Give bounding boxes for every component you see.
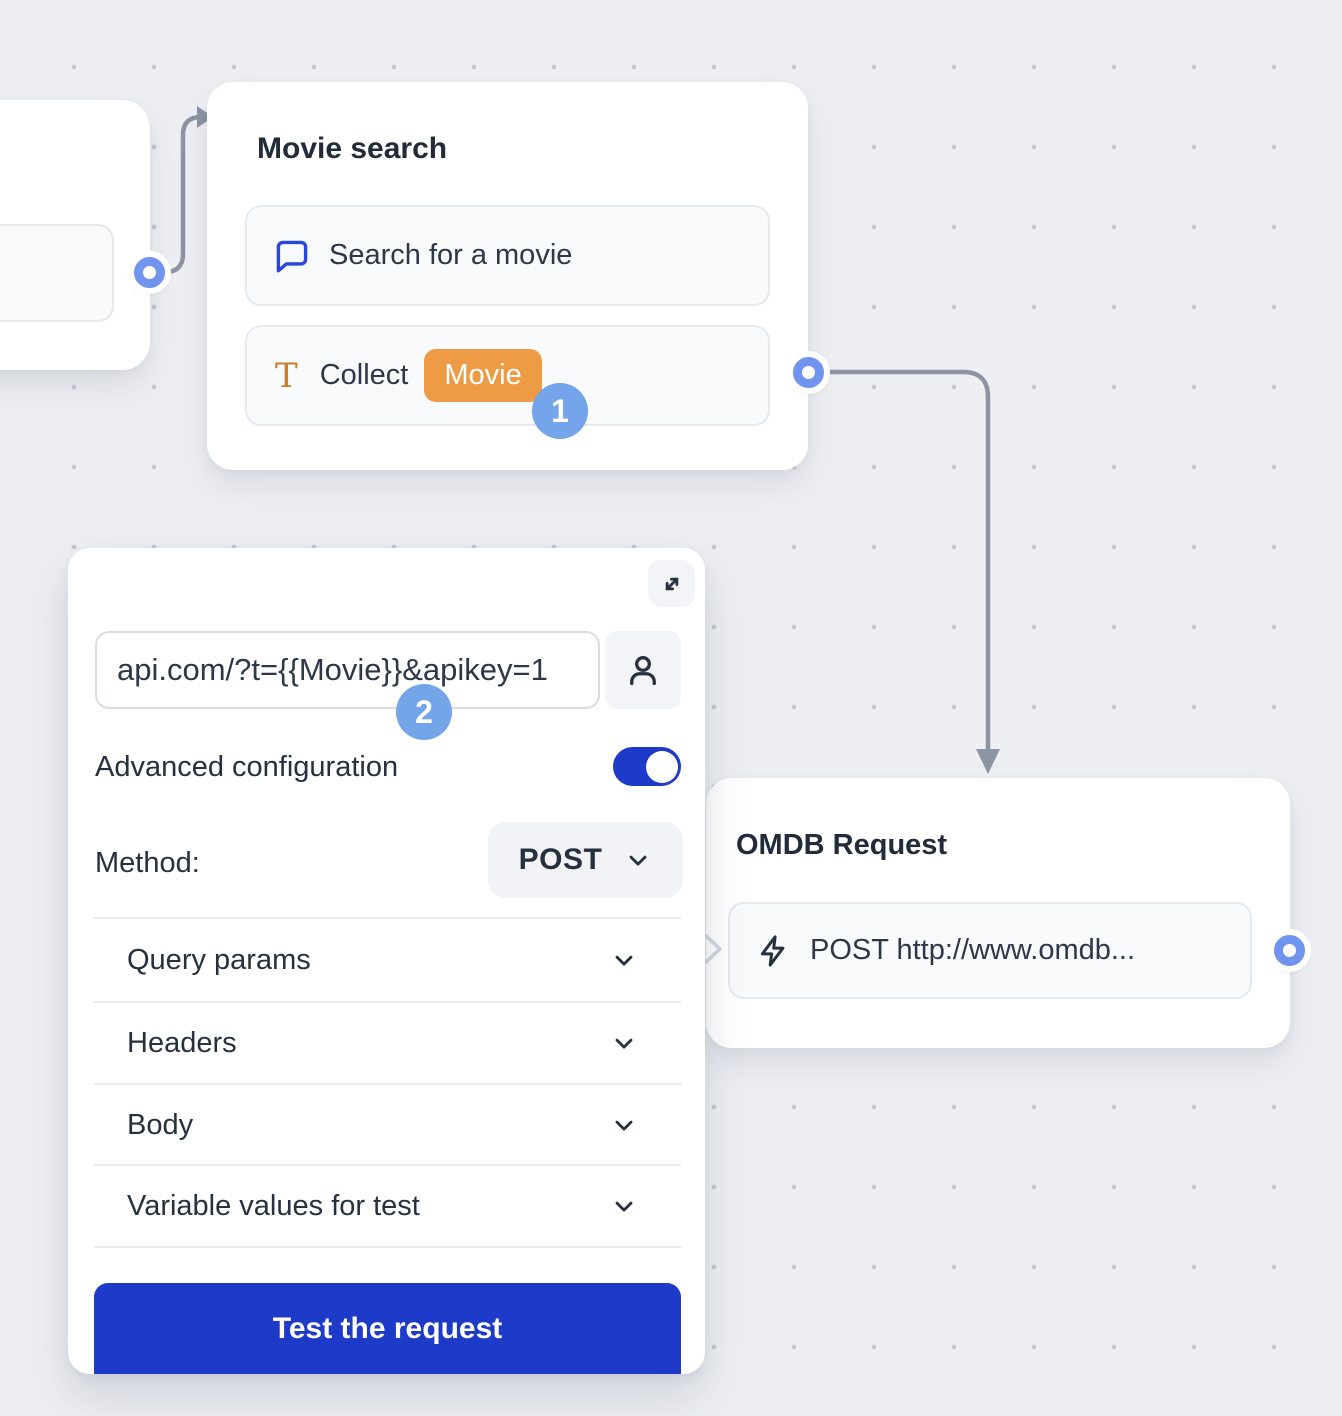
toggle-knob	[646, 751, 678, 783]
method-label: Method:	[95, 847, 200, 880]
test-request-button[interactable]: Test the request	[94, 1283, 681, 1374]
item-label: POST http://www.omdb...	[810, 934, 1135, 967]
item-label: Search for a movie	[329, 239, 572, 272]
chevron-down-icon	[624, 846, 652, 874]
output-port[interactable]	[134, 257, 165, 288]
step-badge-1: 1	[532, 383, 588, 439]
section-variable-values[interactable]: Variable values for test	[94, 1166, 681, 1246]
node-card-movie-search[interactable]: Movie search Search for a movie T Collec…	[207, 82, 808, 470]
method-select-value: POST	[519, 843, 603, 877]
movie-search-output-port[interactable]	[793, 357, 824, 388]
node-item-send-message[interactable]: Search for a movie	[245, 205, 770, 306]
node-card-omdb-request[interactable]: OMDB Request POST http://www.omdb...	[706, 778, 1290, 1048]
user-icon	[625, 652, 661, 688]
section-body[interactable]: Body	[94, 1085, 681, 1165]
chevron-down-icon	[610, 1192, 638, 1220]
section-label: Body	[127, 1109, 193, 1142]
flow-canvas: { "colors": { "canvas_bg": "#edeff3", "g…	[0, 0, 1342, 1416]
item-label: Collect	[320, 359, 409, 392]
url-input-value: api.com/?t={{Movie}}&apikey=1	[117, 652, 548, 688]
node-title: Movie search	[257, 132, 447, 166]
partial-node-item[interactable]	[0, 224, 114, 322]
advanced-configuration-toggle[interactable]	[613, 747, 681, 786]
user-variable-button[interactable]	[605, 631, 681, 709]
section-label: Query params	[127, 944, 311, 977]
lightning-icon	[756, 934, 790, 968]
url-input[interactable]: api.com/?t={{Movie}}&apikey=1	[95, 631, 600, 709]
expand-button[interactable]	[648, 560, 695, 607]
omdb-output-port[interactable]	[1274, 935, 1305, 966]
chevron-down-icon	[610, 1111, 638, 1139]
node-item-webhook[interactable]: POST http://www.omdb...	[728, 902, 1252, 999]
section-label: Variable values for test	[127, 1190, 420, 1223]
node-item-collect-variable[interactable]: T Collect Movie	[245, 325, 770, 426]
section-label: Headers	[127, 1027, 237, 1060]
step-badge-2: 2	[396, 684, 452, 740]
section-headers[interactable]: Headers	[94, 1003, 681, 1083]
chevron-down-icon	[610, 1029, 638, 1057]
method-select[interactable]: POST	[488, 822, 683, 898]
chat-bubble-icon	[275, 239, 309, 273]
node-title: OMDB Request	[736, 829, 947, 862]
text-input-icon: T	[275, 356, 298, 396]
webhook-config-panel: api.com/?t={{Movie}}&apikey=1 Advanced c…	[68, 548, 705, 1374]
section-query-params[interactable]: Query params	[94, 920, 681, 1000]
variable-chip[interactable]: Movie	[424, 349, 541, 402]
advanced-configuration-label: Advanced configuration	[95, 751, 398, 784]
divider	[94, 1246, 681, 1248]
chevron-down-icon	[610, 946, 638, 974]
node-card-partial[interactable]	[0, 100, 150, 370]
divider	[94, 917, 681, 919]
expand-icon	[659, 571, 685, 597]
